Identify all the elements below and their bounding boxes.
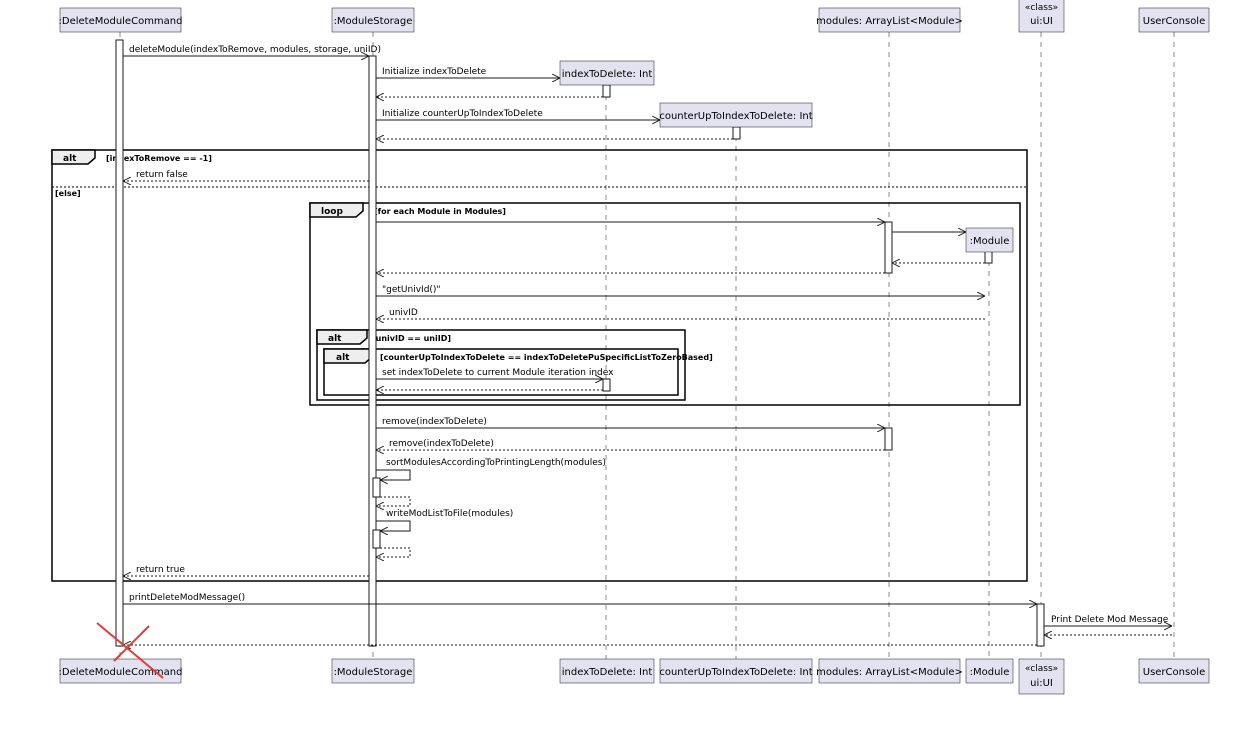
message-sort-label: sortModulesAccordingToPrintingLength(mod… (386, 458, 606, 468)
svg-text:ui:UI: ui:UI (1030, 16, 1053, 27)
participant-index-to-delete-bottom: indexToDelete: Int (559, 658, 655, 684)
activation-modules-remove (884, 427, 893, 451)
loop-keyword: loop (321, 207, 343, 217)
return-univ-id-label: univID (389, 308, 418, 318)
message-init-index-label: Initialize indexToDelete (382, 67, 487, 77)
participant-modules-arraylist-top: modules: ArrayList<Module> (816, 7, 963, 33)
svg-text::DeleteModuleCommand: :DeleteModuleCommand (59, 16, 183, 27)
participant-module-storage-top: :ModuleStorage (331, 7, 415, 33)
svg-text:modules: ArrayList<Module>: modules: ArrayList<Module> (816, 16, 963, 27)
activation-module-storage (368, 55, 377, 647)
return-true-label: return true (136, 565, 185, 575)
alt-counter-guard: [counterUpToIndexToDelete == indexToDele… (380, 353, 713, 362)
participant-ui-top: «class» ui:UI (1018, 0, 1065, 33)
message-init-counter-label: Initialize counterUpToIndexToDelete (382, 109, 543, 119)
activation-module-storage-write (372, 529, 381, 549)
activation-module-storage-sort (372, 477, 381, 498)
svg-text:counterUpToIndexToDelete: Int: counterUpToIndexToDelete: Int (659, 111, 812, 122)
svg-text:«class»: «class» (1025, 3, 1058, 13)
lifelines (119, 32, 1175, 660)
participant-module-bottom: :Module (965, 658, 1014, 684)
activation-module (984, 250, 993, 264)
activation-index-to-delete-init (602, 84, 611, 98)
message-print-console-label: Print Delete Mod Message (1051, 615, 1169, 625)
message-remove-label: remove(indexToDelete) (382, 417, 487, 427)
participants-bottom: :DeleteModuleCommand :ModuleStorage inde… (59, 658, 1210, 695)
activation-counter-init (732, 126, 741, 140)
participants-top: :DeleteModuleCommand :ModuleStorage inde… (59, 0, 1210, 253)
activation-bars (115, 39, 1045, 647)
svg-text:«class»: «class» (1025, 664, 1058, 674)
participant-counter-up-to-index-top: counterUpToIndexToDelete: Int (659, 102, 813, 128)
activation-ui (1036, 603, 1045, 647)
return-false-label: return false (136, 170, 188, 180)
alt-counter-keyword: alt (336, 353, 350, 363)
participant-user-console-top: UserConsole (1138, 7, 1210, 33)
svg-text::ModuleStorage: :ModuleStorage (334, 667, 413, 678)
return-sort-self-arrow (376, 496, 411, 506)
svg-text:indexToDelete: Int: indexToDelete: Int (562, 69, 653, 80)
activation-delete-module-command (115, 39, 124, 647)
return-remove-label: remove(indexToDelete) (389, 439, 494, 449)
loop-guard: [for each Module in Modules] (374, 207, 506, 216)
participant-index-to-delete-top: indexToDelete: Int (559, 60, 655, 86)
alt-outer-keyword: alt (63, 154, 77, 164)
svg-text:UserConsole: UserConsole (1143, 667, 1206, 678)
participant-modules-arraylist-bottom: modules: ArrayList<Module> (816, 658, 963, 684)
activation-index-to-delete-set (602, 378, 611, 392)
participant-user-console-bottom: UserConsole (1138, 658, 1210, 684)
alt-outer-else-guard: [else] (55, 189, 81, 198)
message-delete-module-label: deleteModule(indexToRemove, modules, sto… (129, 45, 381, 55)
participant-delete-module-command-top: :DeleteModuleCommand (59, 7, 183, 33)
message-write-label: writeModListToFile(modules) (386, 509, 513, 519)
svg-text::DeleteModuleCommand: :DeleteModuleCommand (59, 667, 183, 678)
alt-univ-guard: [univID == uniID] (372, 334, 451, 343)
message-set-index-label: set indexToDelete to current Module iter… (382, 368, 614, 378)
participant-module-top: :Module (965, 227, 1014, 253)
svg-text:counterUpToIndexToDelete: Int: counterUpToIndexToDelete: Int (659, 667, 812, 678)
participant-delete-module-command-bottom: :DeleteModuleCommand (59, 658, 183, 684)
sequence-diagram: alt [indexToRemove == -1] [else] loop [f… (51, 0, 1210, 695)
svg-text::Module: :Module (970, 667, 1010, 678)
return-write-self-arrow (376, 547, 411, 557)
svg-text:ui:UI: ui:UI (1030, 678, 1053, 689)
svg-text:UserConsole: UserConsole (1143, 16, 1206, 27)
message-print-delete-label: printDeleteModMessage() (129, 593, 245, 603)
messages: deleteModule(indexToRemove, modules, sto… (123, 45, 1172, 645)
svg-text:indexToDelete: Int: indexToDelete: Int (562, 667, 653, 678)
participant-counter-up-to-index-bottom: counterUpToIndexToDelete: Int (659, 658, 813, 684)
svg-text::Module: :Module (970, 236, 1010, 247)
participant-module-storage-bottom: :ModuleStorage (331, 658, 415, 684)
alt-fragment-outer: alt [indexToRemove == -1] [else] (51, 149, 1028, 582)
svg-text:modules: ArrayList<Module>: modules: ArrayList<Module> (816, 667, 963, 678)
alt-univ-keyword: alt (328, 334, 342, 344)
message-sort-self-arrow (376, 469, 411, 480)
activation-modules-loop (884, 221, 893, 274)
message-get-univ-id-label: "getUnivId()" (382, 285, 441, 295)
message-write-self-arrow (376, 520, 411, 531)
participant-ui-bottom: «class» ui:UI (1018, 658, 1065, 695)
svg-text::ModuleStorage: :ModuleStorage (334, 16, 413, 27)
